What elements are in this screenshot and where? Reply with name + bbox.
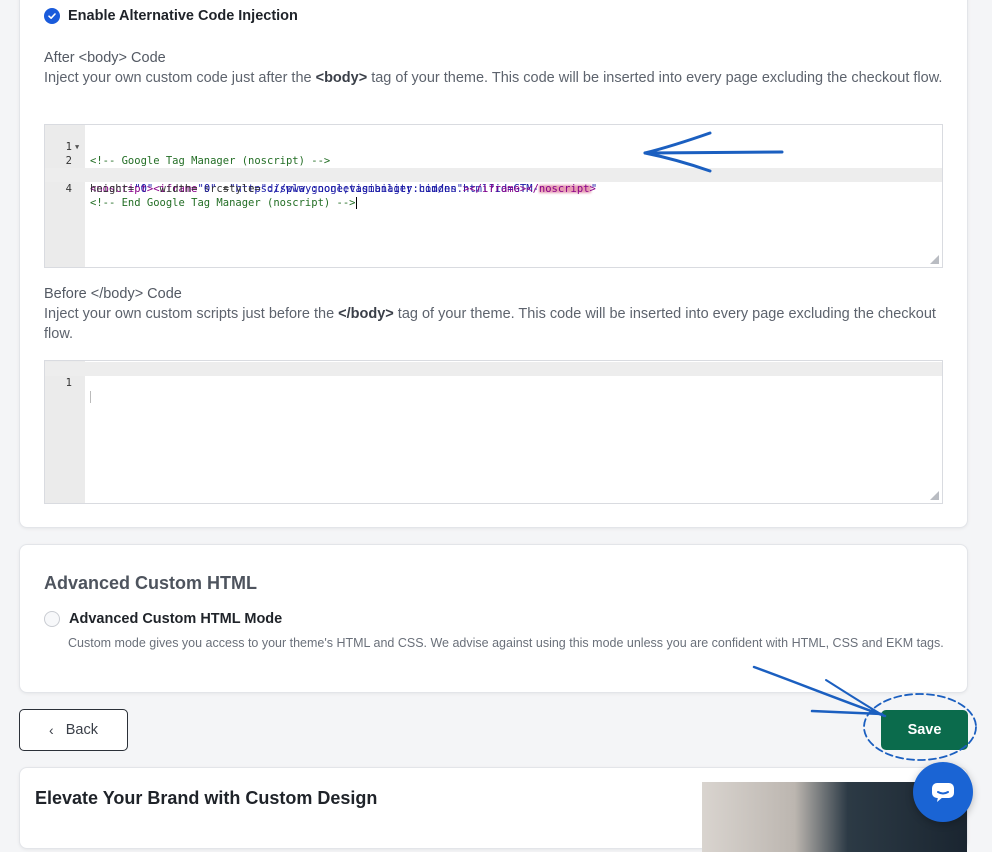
advanced-mode-toggle[interactable]: Advanced Custom HTML Mode xyxy=(44,611,282,627)
code-injection-card: Enable Alternative Code Injection After … xyxy=(19,0,968,528)
after-body-description: Inject your own custom code just after t… xyxy=(44,70,943,86)
advanced-mode-label: Advanced Custom HTML Mode xyxy=(69,611,283,627)
before-body-description: Inject your own custom scripts just befo… xyxy=(44,306,936,342)
back-label: Back xyxy=(65,722,98,738)
before-body-title: Before </body> Code xyxy=(44,286,182,302)
advanced-title: Advanced Custom HTML xyxy=(44,573,258,593)
resize-handle[interactable] xyxy=(930,491,939,500)
promo-title: Elevate Your Brand with Custom Design xyxy=(35,788,378,808)
alt-injection-toggle[interactable]: Enable Alternative Code Injection xyxy=(44,8,298,24)
chat-icon xyxy=(932,783,954,802)
radio-icon[interactable] xyxy=(44,611,60,627)
advanced-description: Custom mode gives you access to your the… xyxy=(68,636,944,650)
resize-handle[interactable] xyxy=(930,255,939,264)
after-body-code-editor[interactable]: 1 <!-- Google Tag Manager (noscript) -->… xyxy=(44,124,943,268)
chat-button[interactable] xyxy=(913,762,973,822)
back-button[interactable]: ‹ Back xyxy=(19,709,128,751)
after-body-title: After <body> Code xyxy=(44,50,166,66)
check-icon[interactable] xyxy=(44,8,60,24)
code-line: 3 height="0" width="0" style="display:no… xyxy=(66,169,596,195)
code-line: 1 <!-- Google Tag Manager (noscript) --> xyxy=(65,141,331,167)
promo-card: Elevate Your Brand with Custom Design xyxy=(19,767,968,852)
alt-injection-label: Enable Alternative Code Injection xyxy=(68,8,298,24)
text-cursor xyxy=(90,391,91,403)
before-body-code-editor[interactable]: 1 xyxy=(44,360,943,504)
advanced-html-card: Advanced Custom HTML Advanced Custom HTM… xyxy=(19,544,968,693)
code-line-active: 4 <!-- End Google Tag Manager (noscript)… xyxy=(45,168,942,209)
text-cursor xyxy=(355,197,357,209)
save-button[interactable]: Save xyxy=(881,710,968,750)
chevron-left-icon: ‹ xyxy=(49,722,54,738)
code-line-active: 1 xyxy=(45,362,942,403)
fold-arrow-icon[interactable]: ▼ xyxy=(75,140,79,154)
code-line: 2 ▼ <noscript><iframe src="https://www.g… xyxy=(45,140,942,195)
